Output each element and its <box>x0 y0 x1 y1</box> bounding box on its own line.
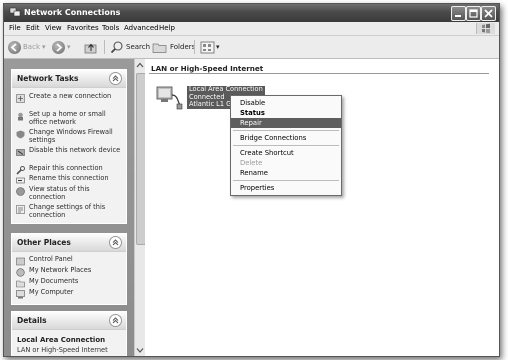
maximize-icon <box>469 9 478 18</box>
lan-connection-icon[interactable] <box>154 85 184 111</box>
collapse-icon <box>109 72 122 85</box>
context-menu: Disable Status Repair Bridge Connections… <box>230 95 342 196</box>
computer-icon <box>16 290 25 299</box>
menu-item-delete: Delete <box>240 159 263 167</box>
up-folder-button[interactable] <box>84 39 98 55</box>
menu-advanced[interactable]: Advanced <box>124 24 159 32</box>
menu-file[interactable]: File <box>9 24 21 32</box>
details-panel: Details Local Area Connection LAN or Hig… <box>11 311 127 356</box>
folders-button[interactable]: Folders <box>152 39 195 55</box>
details-header[interactable]: Details <box>12 312 126 330</box>
task-disable-device[interactable]: Disable this network device <box>16 146 122 157</box>
forward-button[interactable]: ▾ <box>52 39 71 55</box>
settings-icon <box>16 205 25 214</box>
documents-icon <box>16 280 25 288</box>
menu-separator <box>233 130 339 131</box>
views-button[interactable]: ▾ <box>200 39 220 55</box>
place-my-computer[interactable]: My Computer <box>16 288 122 299</box>
group-divider <box>149 73 489 74</box>
firewall-icon <box>16 130 25 139</box>
back-arrow-icon <box>8 40 21 54</box>
menu-help[interactable]: Help <box>159 24 175 32</box>
task-firewall-settings[interactable]: Change Windows Firewall settings <box>16 128 122 144</box>
back-dropdown-icon: ▾ <box>42 43 46 51</box>
views-icon <box>200 41 215 53</box>
menu-item-create-shortcut[interactable]: Create Shortcut <box>231 148 341 158</box>
network-tasks-panel: Network Tasks Create a new connection Se… <box>11 69 127 224</box>
menu-item-status[interactable]: Status <box>231 108 341 118</box>
network-connections-icon <box>9 7 21 17</box>
search-button[interactable]: Search <box>110 39 150 55</box>
close-icon <box>484 9 493 18</box>
disable-device-icon <box>16 149 25 156</box>
close-button[interactable] <box>481 6 496 21</box>
collapse-icon <box>109 236 122 249</box>
scroll-up-icon[interactable] <box>135 60 145 70</box>
place-my-documents[interactable]: My Documents <box>16 277 122 288</box>
task-setup-home-network[interactable]: Set up a home or small office network <box>16 110 122 126</box>
menu-item-repair[interactable]: Repair <box>231 118 341 128</box>
home-network-icon <box>18 112 23 121</box>
window: Network Connections File Edit View Favor… <box>3 3 500 357</box>
search-icon <box>110 41 123 54</box>
forward-dropdown-icon: ▾ <box>67 43 71 51</box>
place-control-panel[interactable]: Control Panel <box>16 255 122 266</box>
views-dropdown-icon: ▾ <box>216 43 220 51</box>
other-places-panel: Other Places Control Panel My Network Pl… <box>11 233 127 305</box>
task-pane: Network Tasks Create a new connection Se… <box>4 59 134 356</box>
folders-icon <box>152 43 167 53</box>
menu-item-rename[interactable]: Rename <box>231 168 341 178</box>
maximize-button[interactable] <box>466 6 481 21</box>
title-bar: Network Connections <box>4 4 499 22</box>
menu-edit[interactable]: Edit <box>26 24 40 32</box>
network-tasks-header[interactable]: Network Tasks <box>12 70 126 88</box>
toolbar-separator <box>194 40 195 54</box>
new-connection-icon <box>16 94 25 103</box>
other-places-header[interactable]: Other Places <box>12 234 126 252</box>
menu-item-bridge-connections[interactable]: Bridge Connections <box>231 133 341 143</box>
menu-item-disable[interactable]: Disable <box>231 98 341 108</box>
minimize-icon <box>455 15 461 17</box>
minimize-button[interactable] <box>451 6 466 21</box>
back-button[interactable]: Back ▾ <box>8 39 46 55</box>
rename-icon <box>16 177 25 184</box>
place-my-network-places[interactable]: My Network Places <box>16 266 122 277</box>
task-change-settings[interactable]: Change settings of this connection <box>16 203 122 219</box>
menu-favorites[interactable]: Favorites <box>67 24 99 32</box>
network-places-icon <box>16 268 25 277</box>
task-pane-scrollbar[interactable] <box>134 59 146 356</box>
menu-item-properties[interactable]: Properties <box>231 183 341 193</box>
collapse-icon <box>109 314 122 327</box>
details-type: LAN or High-Speed Internet <box>17 346 108 354</box>
menu-bar: File Edit View Favorites Tools Advanced … <box>4 22 499 36</box>
window-title: Network Connections <box>24 8 121 17</box>
toolbar: Back ▾ ▾ Search Folders ▾ <box>4 36 499 59</box>
content-pane: LAN or High-Speed Internet Local Area Co… <box>145 59 499 356</box>
menu-separator <box>233 145 339 146</box>
task-create-connection[interactable]: Create a new connection <box>16 92 122 103</box>
windows-flag-icon <box>476 23 495 34</box>
task-view-status[interactable]: View status of this connection <box>16 185 122 201</box>
forward-arrow-icon <box>52 40 65 54</box>
scroll-down-icon[interactable] <box>135 345 145 355</box>
control-panel-icon <box>16 257 25 266</box>
toolbar-separator <box>104 40 105 54</box>
menu-separator <box>233 180 339 181</box>
menu-tools[interactable]: Tools <box>102 24 119 32</box>
group-header: LAN or High-Speed Internet <box>151 64 264 73</box>
status-icon <box>16 187 25 196</box>
repair-icon <box>16 166 25 175</box>
menu-view[interactable]: View <box>45 24 62 32</box>
up-folder-icon <box>84 43 97 53</box>
task-rename-connection[interactable]: Rename this connection <box>16 174 122 185</box>
details-name: Local Area Connection <box>17 336 106 344</box>
